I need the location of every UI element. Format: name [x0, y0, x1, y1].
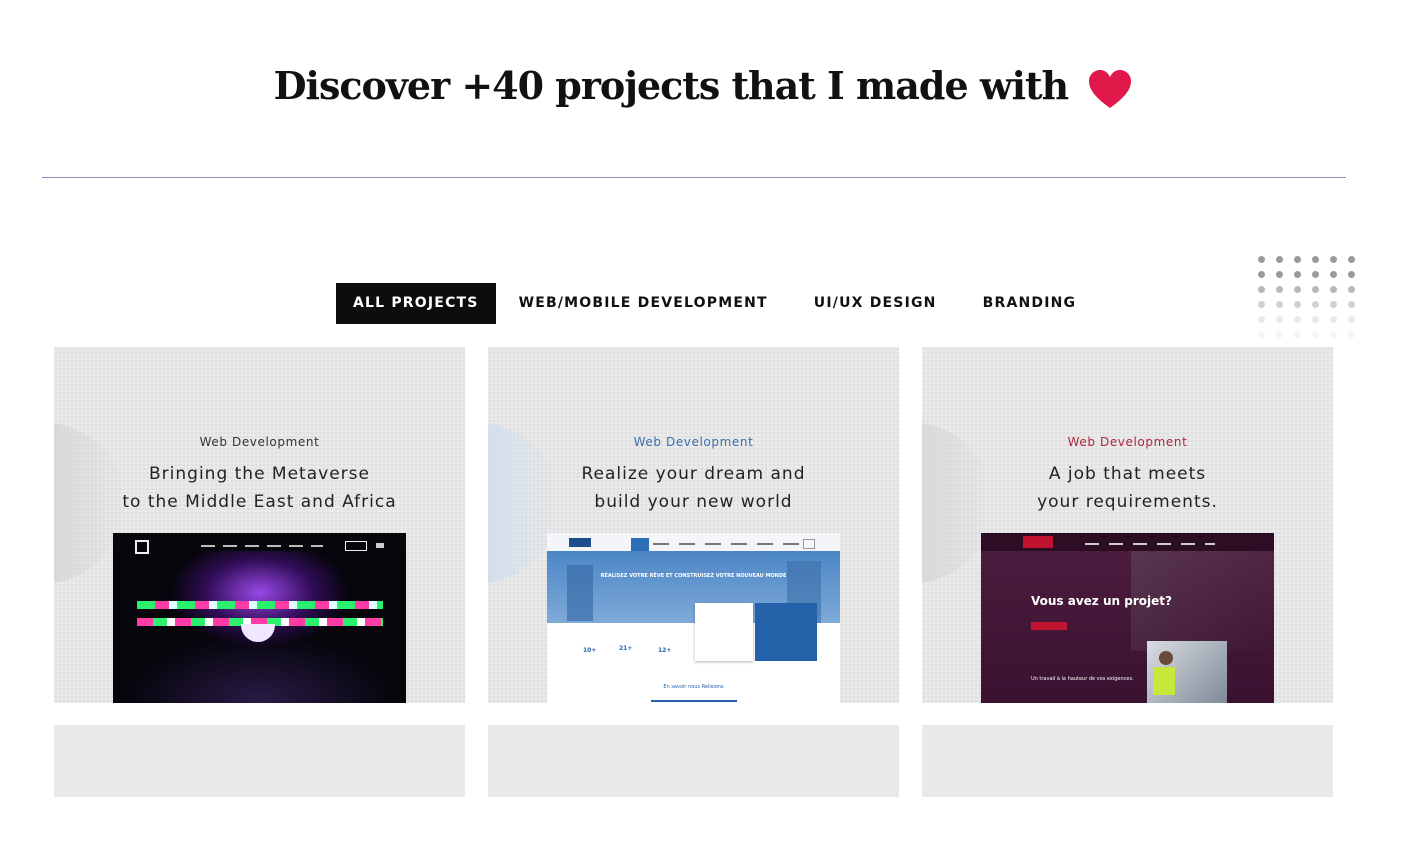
project-screenshot — [113, 533, 406, 703]
stat-value: 12+ — [658, 647, 672, 654]
project-card-placeholder — [54, 725, 465, 797]
project-card-placeholder — [488, 725, 899, 797]
tab-all-projects[interactable]: ALL PROJECTS — [336, 283, 496, 324]
section-divider — [42, 177, 1346, 178]
project-title-line: to the Middle East and Africa — [122, 492, 397, 512]
project-title-line: Realize your dream and — [581, 464, 806, 484]
decorative-dot-grid — [1258, 256, 1358, 348]
project-screenshot: RÉALISEZ VOTRE RÊVE ET CONSTRUISEZ VOTRE… — [547, 533, 840, 703]
project-card-metaverse[interactable]: Web Development Bringing the Metaverse t… — [54, 347, 465, 703]
glitch-banner — [137, 601, 383, 609]
site-logo — [135, 540, 149, 554]
site-logo — [569, 538, 591, 547]
project-category: Web Development — [199, 435, 320, 449]
project-title: Bringing the Metaverse to the Middle Eas… — [54, 460, 465, 516]
project-title-line: your requirements. — [1037, 492, 1218, 512]
project-category: Web Development — [633, 435, 754, 449]
page-title: Discover +40 projects that I made with — [0, 63, 1406, 110]
site-logo — [1023, 536, 1053, 548]
project-title-line: build your new world — [594, 492, 793, 512]
project-card-new-world[interactable]: Web Development Realize your dream and b… — [488, 347, 899, 703]
preview-subheading: Un travail à la hauteur de vos exigences… — [1031, 676, 1134, 682]
heart-icon — [1089, 69, 1132, 108]
project-card-placeholder — [922, 725, 1333, 797]
project-title-line: A job that meets — [1048, 464, 1207, 484]
project-title-line: Bringing the Metaverse — [149, 464, 370, 484]
project-filter-tabs: ALL PROJECTS WEB/MOBILE DEVELOPMENT UI/U… — [336, 283, 1099, 324]
stat-value: 21+ — [619, 645, 633, 652]
tab-branding[interactable]: BRANDING — [960, 283, 1100, 324]
hero-text: RÉALISEZ VOTRE RÊVE ET CONSTRUISEZ VOTRE… — [600, 573, 787, 579]
project-category: Web Development — [1067, 435, 1188, 449]
stat-value: 10+ — [583, 647, 597, 654]
tab-web-mobile-development[interactable]: WEB/MOBILE DEVELOPMENT — [496, 283, 791, 324]
project-title: A job that meets your requirements. — [922, 460, 1333, 516]
tab-ui-ux-design[interactable]: UI/UX DESIGN — [791, 283, 960, 324]
project-title: Realize your dream and build your new wo… — [488, 460, 899, 516]
page-title-text: Discover +40 projects that I made with — [273, 63, 1070, 109]
preview-heading: Vous avez un projet? — [1031, 594, 1172, 608]
project-card-job-requirements[interactable]: Web Development A job that meets your re… — [922, 347, 1333, 703]
project-screenshot: Vous avez un projet? Un travail à la hau… — [981, 533, 1274, 703]
preview-link: En savoir nous Relisions — [663, 684, 724, 690]
